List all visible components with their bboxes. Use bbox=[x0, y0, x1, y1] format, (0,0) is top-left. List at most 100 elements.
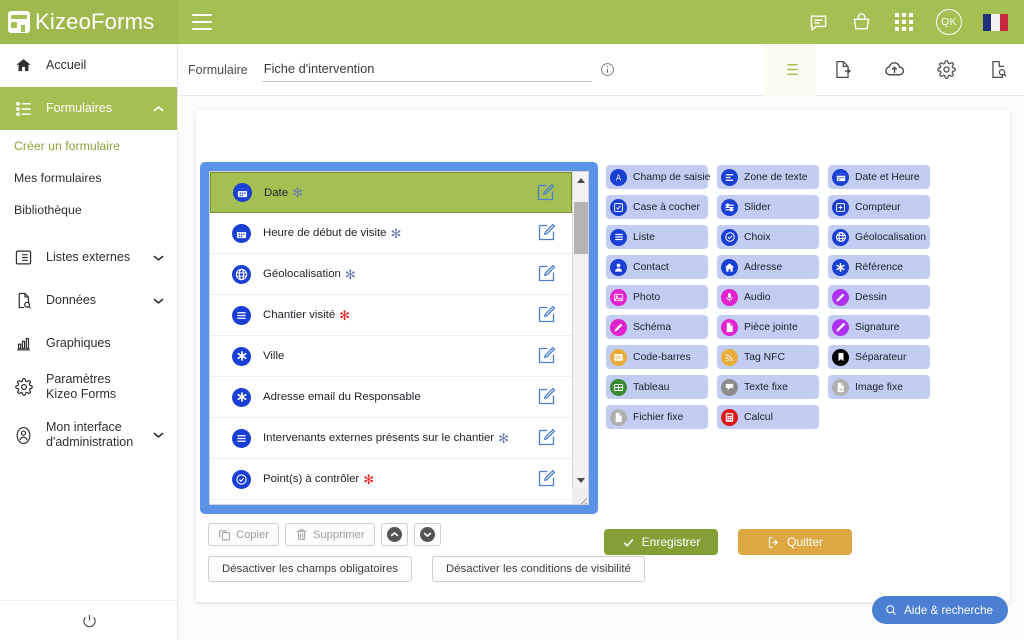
sidebar-item-listes-externes[interactable]: Listes externes bbox=[0, 236, 177, 279]
palette-item-date-et-heure[interactable]: Date et Heure bbox=[828, 165, 930, 189]
palette-item-tableau[interactable]: Tableau bbox=[606, 375, 708, 399]
palette-label: Fichier fixe bbox=[633, 412, 683, 423]
sidebar-label: Listes externes bbox=[46, 250, 140, 265]
chat-icon[interactable] bbox=[807, 11, 829, 33]
table-row[interactable]: Intervenants externes présents sur le ch… bbox=[210, 418, 572, 459]
sidebar-subitem-mes-formulaires[interactable]: Mes formulaires bbox=[0, 162, 177, 194]
table-row[interactable]: Heure de début de visite ✻ bbox=[210, 213, 572, 254]
chevron-down-circle-icon bbox=[420, 527, 435, 542]
edit-field-icon[interactable] bbox=[536, 468, 558, 490]
form-title-input[interactable] bbox=[262, 57, 592, 82]
menu-toggle-icon[interactable] bbox=[192, 14, 212, 30]
palette-item-separateur[interactable]: Séparateur bbox=[828, 345, 930, 369]
palette-item-audio[interactable]: Audio bbox=[717, 285, 819, 309]
scroll-up-button[interactable] bbox=[573, 172, 589, 188]
chevron-down-icon[interactable] bbox=[152, 254, 164, 262]
sidebar-item-donnees[interactable]: Données bbox=[0, 279, 177, 322]
sidebar-item-graphiques[interactable]: Graphiques bbox=[0, 322, 177, 365]
table-row[interactable]: Point(s) à contrôler ✻ bbox=[210, 459, 572, 500]
checkbox-icon bbox=[610, 199, 627, 216]
edit-field-icon[interactable] bbox=[536, 345, 558, 367]
chevron-down-icon[interactable] bbox=[152, 297, 164, 305]
palette-item-champ-de-saisie[interactable]: A Champ de saisie bbox=[606, 165, 708, 189]
preview-document-icon[interactable] bbox=[972, 44, 1024, 96]
edit-field-icon[interactable] bbox=[536, 386, 558, 408]
chevron-up-icon[interactable] bbox=[152, 105, 164, 113]
palette-item-dessin[interactable]: Dessin bbox=[828, 285, 930, 309]
export-file-icon[interactable] bbox=[816, 44, 868, 96]
edit-field-icon[interactable] bbox=[536, 427, 558, 449]
quit-button[interactable]: Quitter bbox=[738, 529, 852, 555]
sidebar-label: Mon interface d'administration bbox=[46, 420, 140, 450]
brand-logo[interactable]: KizeoForms bbox=[0, 0, 178, 44]
resize-handle[interactable] bbox=[572, 488, 588, 504]
sidebar-subitem-bibliotheque[interactable]: Bibliothèque bbox=[0, 194, 177, 226]
logout-power-icon[interactable] bbox=[0, 600, 178, 640]
scroll-down-button[interactable] bbox=[573, 472, 589, 488]
edit-field-icon[interactable] bbox=[536, 304, 558, 326]
toggle-required-fields-button[interactable]: Désactiver les champs obligatoires bbox=[208, 556, 412, 582]
palette-item-piece-jointe[interactable]: Pièce jointe bbox=[717, 315, 819, 339]
help-search-button[interactable]: Aide & recherche bbox=[872, 596, 1008, 624]
palette-item-case-a-cocher[interactable]: Case à cocher bbox=[606, 195, 708, 219]
palette-label: Géolocalisation bbox=[855, 232, 926, 243]
palette-label: Tag NFC bbox=[744, 352, 785, 363]
scrollbar-thumb[interactable] bbox=[574, 202, 588, 254]
palette-item-photo[interactable]: Photo bbox=[606, 285, 708, 309]
document-icon bbox=[721, 319, 738, 336]
sidebar-item-formulaires[interactable]: Formulaires bbox=[0, 87, 177, 130]
basket-icon[interactable] bbox=[850, 11, 872, 33]
vertical-scrollbar[interactable] bbox=[572, 172, 588, 504]
language-flag-icon[interactable] bbox=[983, 14, 1008, 31]
palette-item-reference[interactable]: Référence bbox=[828, 255, 930, 279]
palette-item-liste[interactable]: Liste bbox=[606, 225, 708, 249]
toggle-visibility-conditions-button[interactable]: Désactiver les conditions de visibilité bbox=[432, 556, 645, 582]
copy-button[interactable]: Copier bbox=[208, 523, 279, 546]
table-row[interactable]: Géolocalisation ✻ bbox=[210, 254, 572, 295]
save-button[interactable]: Enregistrer bbox=[604, 529, 718, 555]
palette-item-compteur[interactable]: Compteur bbox=[828, 195, 930, 219]
palette-item-calcul[interactable]: Calcul bbox=[717, 405, 819, 429]
field-list-scroll-area[interactable]: Date ✻ Heure de début de visite ✻ bbox=[210, 172, 572, 504]
palette-item-texte-fixe[interactable]: Texte fixe bbox=[717, 375, 819, 399]
sidebar-item-parametres[interactable]: Paramètres Kizeo Forms bbox=[0, 365, 177, 408]
palette-item-contact[interactable]: Contact bbox=[606, 255, 708, 279]
table-row[interactable]: Ville bbox=[210, 336, 572, 377]
sidebar-subitem-creer-un-formulaire[interactable]: Créer un formulaire bbox=[0, 130, 177, 162]
info-icon[interactable] bbox=[600, 62, 615, 77]
search-icon bbox=[885, 604, 897, 616]
field-label: Adresse email du Responsable bbox=[263, 391, 421, 403]
apps-grid-icon[interactable] bbox=[893, 11, 915, 33]
palette-item-adresse[interactable]: Adresse bbox=[717, 255, 819, 279]
table-row[interactable]: Adresse email du Responsable bbox=[210, 377, 572, 418]
chevron-down-icon[interactable] bbox=[152, 431, 164, 439]
sidebar-item-mon-interface-administration[interactable]: Mon interface d'administration bbox=[0, 408, 177, 462]
palette-item-fichier-fixe[interactable]: Fichier fixe bbox=[606, 405, 708, 429]
palette-item-geolocalisation[interactable]: Géolocalisation bbox=[828, 225, 930, 249]
palette-item-zone-de-texte[interactable]: Zone de texte bbox=[717, 165, 819, 189]
move-up-button[interactable] bbox=[381, 523, 408, 546]
sidebar-item-accueil[interactable]: Accueil bbox=[0, 44, 177, 87]
delete-button[interactable]: Supprimer bbox=[285, 523, 375, 546]
edit-field-icon[interactable] bbox=[535, 182, 557, 204]
palette-item-tag-nfc[interactable]: Tag NFC bbox=[717, 345, 819, 369]
edit-field-icon[interactable] bbox=[536, 222, 558, 244]
gear-icon[interactable] bbox=[920, 44, 972, 96]
check-circle-icon bbox=[721, 229, 738, 246]
cloud-upload-icon[interactable] bbox=[868, 44, 920, 96]
palette-item-slider[interactable]: Slider bbox=[717, 195, 819, 219]
avatar[interactable]: QK bbox=[936, 9, 962, 35]
palette-label: Audio bbox=[744, 292, 771, 303]
palette-item-code-barres[interactable]: Code-barres bbox=[606, 345, 708, 369]
move-down-button[interactable] bbox=[414, 523, 441, 546]
edit-field-icon[interactable] bbox=[536, 263, 558, 285]
form-builder-card: Date ✻ Heure de début de visite ✻ bbox=[196, 110, 1010, 602]
table-row[interactable]: Date ✻ bbox=[210, 172, 572, 213]
palette-item-image-fixe[interactable]: Image fixe bbox=[828, 375, 930, 399]
palette-item-signature[interactable]: Signature bbox=[828, 315, 930, 339]
list-view-icon[interactable] bbox=[764, 44, 816, 96]
palette-item-schema[interactable]: Schéma bbox=[606, 315, 708, 339]
table-row[interactable]: Chantier visité ✻ bbox=[210, 295, 572, 336]
header-actions: QK bbox=[807, 9, 1024, 35]
palette-item-choix[interactable]: Choix bbox=[717, 225, 819, 249]
